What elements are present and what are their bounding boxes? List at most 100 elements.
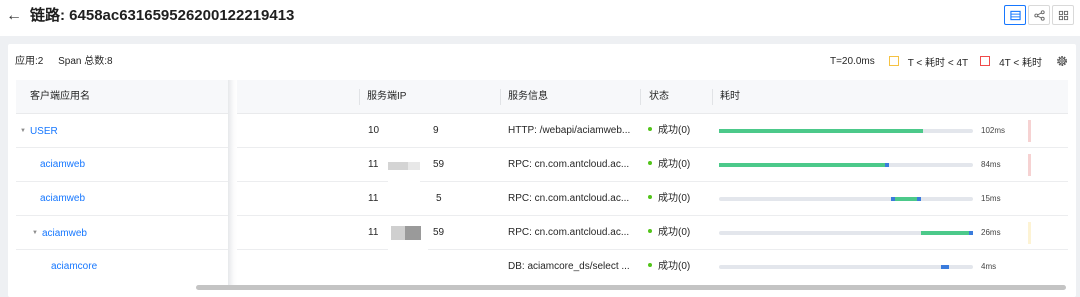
frozen-column-shadow: [228, 80, 237, 287]
service-info-cell: DB: aciamcore_ds/select ...: [508, 261, 630, 272]
table-row[interactable]: aciamweb 11 5 RPC: cn.com.antcloud.ac...…: [16, 182, 1068, 216]
duration-fill: [719, 163, 885, 167]
view-switch: [1002, 5, 1074, 25]
grid-view-icon: [1058, 10, 1068, 20]
ip-prefix: 11: [368, 227, 379, 238]
ip-redaction: [388, 243, 428, 287]
duration-mark: [969, 231, 973, 235]
ip-prefix: 11: [368, 193, 379, 204]
server-ip-cell: 11: [368, 148, 378, 182]
status-dot: [648, 229, 652, 233]
gear-icon: [1057, 56, 1067, 66]
server-ip-suffix: 59: [433, 159, 445, 170]
table-header: 客户端应用名 服务端IP 服务信息 状态 耗时: [16, 80, 1068, 114]
status-dot: [648, 127, 652, 131]
col-divider: [359, 89, 360, 105]
status-cell: 成功(0): [648, 114, 690, 148]
status-dot: [648, 195, 652, 199]
ip-redaction: [405, 226, 421, 240]
col-duration: 耗时: [720, 91, 740, 102]
duration-value: 102ms: [981, 126, 1006, 135]
horizontal-scrollbar[interactable]: [196, 285, 1066, 290]
warn-swatch: [888, 56, 899, 66]
table-row[interactable]: ▼ USER 10 9 HTTP: /webapi/aciamweb... 成功(…: [16, 114, 1068, 148]
server-ip-suffix: 5: [436, 193, 442, 204]
table-row[interactable]: aciamweb 11 59 RPC: cn.com.antcloud.ac..…: [16, 148, 1068, 182]
legend-warn-label: T < 耗时 < 4T: [907, 57, 969, 69]
col-status: 状态: [649, 91, 669, 102]
alert-flag: [1028, 120, 1031, 142]
status-dot: [648, 263, 652, 267]
expand-caret-icon[interactable]: ▼: [20, 114, 26, 148]
client-app-cell[interactable]: ▼ aciamweb: [32, 216, 87, 250]
col-divider: [712, 89, 713, 105]
ip-prefix: 10: [368, 125, 380, 136]
legend-alert: 4T < 耗时: [980, 54, 1042, 69]
client-app-cell[interactable]: ▼ USER: [20, 114, 58, 148]
table-row[interactable]: aciamcore DB: aciamcore_ds/select ... 成功…: [16, 250, 1068, 284]
server-ip-suffix: 59: [433, 227, 445, 238]
client-app-name[interactable]: aciamweb: [40, 148, 85, 182]
table-view-icon: [1009, 10, 1021, 20]
duration-value: 4ms: [981, 262, 997, 271]
duration-legend: T=20.0ms T < 耗时 < 4T 4T < 耗时: [830, 52, 1070, 70]
span-table: 客户端应用名 服务端IP 服务信息 状态 耗时 ▼ USER 10 9 HTTP:…: [16, 80, 1068, 287]
duration-fill: [719, 129, 923, 133]
duration-mark: [941, 265, 949, 269]
table-row[interactable]: ▼ aciamweb 11 59 RPC: cn.com.antcloud.ac.…: [16, 216, 1068, 250]
client-app-name[interactable]: aciamweb: [40, 182, 85, 216]
status-dot: [648, 161, 652, 165]
server-ip-cell: 11: [368, 182, 378, 216]
col-server-ip: 服务端IP: [367, 91, 407, 102]
client-app-name: USER: [29, 126, 58, 137]
service-info-cell: HTTP: /webapi/aciamweb...: [508, 125, 631, 136]
legend-warn: T < 耗时 < 4T: [888, 54, 969, 69]
status-cell: 成功(0): [648, 216, 690, 250]
span-count: Span 总数:8: [58, 56, 113, 67]
alert-swatch: [980, 56, 991, 66]
duration-bar: [719, 129, 973, 133]
client-app-name: aciamweb: [41, 228, 87, 239]
col-divider: [500, 89, 501, 105]
grid-view-button[interactable]: [1052, 5, 1074, 25]
duration-fill: [921, 231, 969, 235]
duration-bar: [719, 163, 973, 167]
service-info-cell: RPC: cn.com.antcloud.ac...: [508, 193, 630, 204]
trace-panel: 应用:2 Span 总数:8 T=20.0ms T < 耗时 < 4T 4T <…: [8, 44, 1076, 297]
duration-value: 15ms: [981, 194, 1001, 203]
status-text: 成功(0): [658, 227, 691, 238]
service-info-cell: RPC: cn.com.antcloud.ac...: [508, 227, 630, 238]
col-service-info: 服务信息: [508, 91, 548, 102]
duration-value: 26ms: [981, 228, 1001, 237]
server-ip-cell: 11: [368, 216, 378, 250]
page-title: 链路: 6458ac631659526200122219413: [30, 7, 295, 24]
server-ip-cell: 10: [368, 114, 379, 148]
status-text: 成功(0): [658, 125, 691, 136]
status-text: 成功(0): [658, 159, 691, 170]
duration-value: 84ms: [981, 160, 1001, 169]
alert-flag: [1028, 154, 1031, 176]
col-divider: [640, 89, 641, 105]
ip-redaction: [391, 226, 405, 240]
expand-caret-icon[interactable]: ▼: [32, 216, 38, 250]
app-count: 应用:2: [15, 56, 44, 67]
duration-mark: [885, 163, 889, 167]
status-cell: 成功(0): [648, 182, 690, 216]
warn-flag: [1028, 222, 1031, 244]
ip-prefix: 11: [368, 159, 379, 170]
settings-button[interactable]: [1054, 53, 1070, 69]
duration-bar: [719, 231, 973, 235]
trace-summary: 应用:2 Span 总数:8: [15, 55, 125, 69]
ip-redaction: [388, 162, 408, 170]
graph-view-icon: [1033, 9, 1045, 21]
status-text: 成功(0): [658, 261, 691, 272]
status-cell: 成功(0): [648, 250, 690, 284]
ip-redaction: [408, 162, 420, 170]
graph-view-button[interactable]: [1028, 5, 1050, 25]
back-arrow-icon[interactable]: ←: [6, 6, 22, 26]
duration-bar: [719, 265, 973, 269]
service-info-cell: RPC: cn.com.antcloud.ac...: [508, 159, 630, 170]
client-app-name[interactable]: aciamcore: [51, 250, 97, 284]
duration-bar: [719, 197, 973, 201]
table-view-button[interactable]: [1004, 5, 1026, 25]
